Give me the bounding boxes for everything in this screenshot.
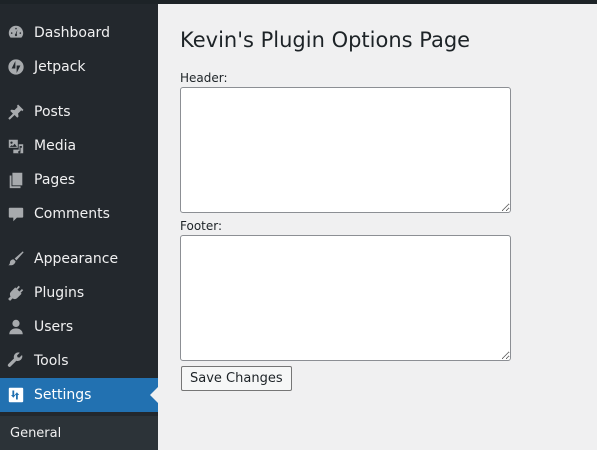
sidebar-item-media[interactable]: Media: [0, 129, 158, 163]
sidebar-item-label: Comments: [34, 206, 110, 222]
sidebar-item-users[interactable]: Users: [0, 310, 158, 344]
dashboard-icon: [6, 23, 26, 43]
sidebar-item-label: Posts: [34, 104, 71, 120]
sidebar-item-tools[interactable]: Tools: [0, 344, 158, 378]
header-label: Header:: [180, 71, 228, 85]
save-changes-button[interactable]: Save Changes: [181, 366, 292, 391]
sidebar-item-jetpack[interactable]: Jetpack: [0, 50, 158, 84]
header-textarea[interactable]: [180, 87, 511, 213]
jetpack-icon: [6, 57, 26, 77]
sidebar-item-label: Media: [34, 138, 77, 154]
submenu-item-general[interactable]: General: [10, 426, 61, 441]
sidebar-item-label: Jetpack: [34, 59, 86, 75]
settings-icon: [6, 385, 26, 405]
media-icon: [6, 136, 26, 156]
sidebar-item-label: Pages: [34, 172, 76, 188]
sidebar-item-label: Dashboard: [34, 25, 110, 41]
sidebar-item-label: Users: [34, 319, 74, 335]
sidebar-item-label: Plugins: [34, 285, 85, 301]
main-content: Kevin's Plugin Options Page Header: Foot…: [158, 4, 597, 450]
sidebar-item-label: Settings: [34, 387, 92, 403]
sidebar-item-settings[interactable]: Settings: [0, 378, 158, 412]
footer-textarea[interactable]: [180, 235, 511, 361]
sidebar-item-label: Tools: [34, 353, 69, 369]
brush-icon: [6, 249, 26, 269]
page-title: Kevin's Plugin Options Page: [180, 28, 471, 52]
sidebar-item-appearance[interactable]: Appearance: [0, 242, 158, 276]
sidebar-item-dashboard[interactable]: Dashboard: [0, 16, 158, 50]
sidebar-item-plugins[interactable]: Plugins: [0, 276, 158, 310]
wrench-icon: [6, 351, 26, 371]
settings-submenu: General: [0, 416, 158, 450]
sidebar-item-comments[interactable]: Comments: [0, 197, 158, 231]
sidebar-item-posts[interactable]: Posts: [0, 95, 158, 129]
sidebar-item-pages[interactable]: Pages: [0, 163, 158, 197]
plug-icon: [6, 283, 26, 303]
admin-sidebar: Dashboard Jetpack Posts Media Pages Comm…: [0, 4, 158, 450]
comment-icon: [6, 204, 26, 224]
sidebar-item-label: Appearance: [34, 251, 119, 267]
footer-label: Footer:: [180, 219, 223, 233]
user-icon: [6, 317, 26, 337]
active-indicator-arrow: [150, 387, 158, 403]
pin-icon: [6, 102, 26, 122]
pages-icon: [6, 170, 26, 190]
